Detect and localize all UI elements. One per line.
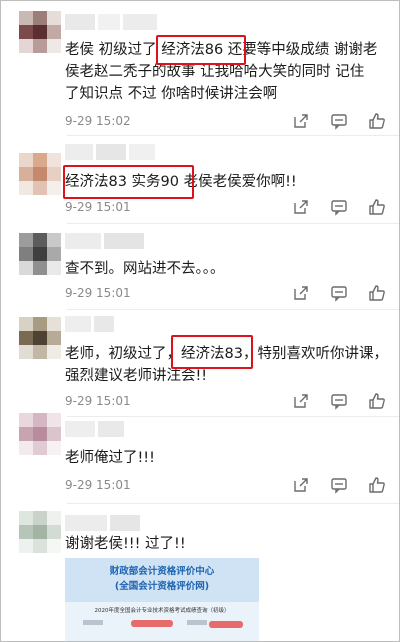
score-certificate-image[interactable]: 财政部会计资格评价中心 (全国会计资格评价网) 2020年度全国会计专业技术资格… [65, 558, 259, 641]
timestamp: 9-29 15:01 [65, 200, 131, 214]
timestamp: 9-29 15:01 [65, 286, 131, 300]
like-icon[interactable] [367, 197, 387, 217]
comment-text: 老师俺过了!!! [65, 447, 395, 469]
reply-icon[interactable] [329, 391, 349, 411]
highlight-box [156, 35, 246, 65]
like-icon[interactable] [367, 283, 387, 303]
redaction-mark [209, 621, 243, 628]
avatar[interactable] [19, 233, 61, 275]
avatar[interactable] [19, 511, 61, 553]
reply-icon[interactable] [329, 197, 349, 217]
username-blurred[interactable] [65, 421, 124, 437]
field-label-blurred [187, 620, 207, 625]
reply-icon[interactable] [329, 111, 349, 131]
comment-actions [291, 283, 387, 303]
divider [67, 223, 399, 224]
redaction-mark [131, 620, 173, 627]
comment-text: 谢谢老侯!!! 过了!! [65, 533, 395, 555]
divider [67, 503, 399, 504]
certificate-heading: 2020年度全国会计专业技术资格考试成绩查询（初级） [94, 608, 230, 614]
highlight-box [63, 165, 194, 199]
certificate-org: 财政部会计资格评价中心 [109, 566, 215, 577]
like-icon[interactable] [367, 111, 387, 131]
comment-line: 谢谢老侯!!! 过了!! [65, 536, 186, 552]
highlight-box [171, 335, 253, 369]
reply-icon[interactable] [329, 283, 349, 303]
username-blurred[interactable] [65, 14, 157, 30]
timestamp: 9-29 15:01 [65, 394, 131, 408]
share-icon[interactable] [291, 391, 311, 411]
avatar[interactable] [19, 317, 61, 359]
username-blurred[interactable] [65, 233, 144, 249]
comment-text: 查不到。网站进不去。。。 [65, 258, 395, 280]
share-icon[interactable] [291, 111, 311, 131]
divider [67, 309, 399, 310]
comment-line: 查不到。网站进不去。。。 [65, 261, 225, 277]
comment-actions [291, 197, 387, 217]
timestamp: 9-29 15:02 [65, 114, 131, 128]
field-label-blurred [83, 620, 103, 625]
share-icon[interactable] [291, 475, 311, 495]
divider [67, 135, 399, 136]
username-blurred[interactable] [65, 515, 140, 531]
divider [67, 416, 399, 417]
avatar[interactable] [19, 153, 61, 195]
certificate-redacted-row [83, 620, 243, 628]
like-icon[interactable] [367, 475, 387, 495]
timestamp: 9-29 15:01 [65, 478, 131, 492]
comment-line: 老师俺过了!!! [65, 450, 155, 466]
share-icon[interactable] [291, 283, 311, 303]
comment-actions [291, 391, 387, 411]
like-icon[interactable] [367, 391, 387, 411]
certificate-site: (全国会计资格评价网) [114, 581, 210, 592]
comment-actions [291, 475, 387, 495]
avatar[interactable] [19, 413, 61, 455]
comment-line: 了知识点 不过 你啥时候讲注会啊 [65, 86, 278, 102]
username-blurred[interactable] [65, 316, 114, 332]
comment-feed: 老侯 初级过了 经济法86 还要等中级成绩 谢谢老 侯老赵二秃子的故事 让我哈哈… [0, 0, 400, 642]
username-blurred[interactable] [65, 144, 155, 160]
share-icon[interactable] [291, 197, 311, 217]
avatar[interactable] [19, 11, 61, 53]
comment-actions [291, 111, 387, 131]
reply-icon[interactable] [329, 475, 349, 495]
